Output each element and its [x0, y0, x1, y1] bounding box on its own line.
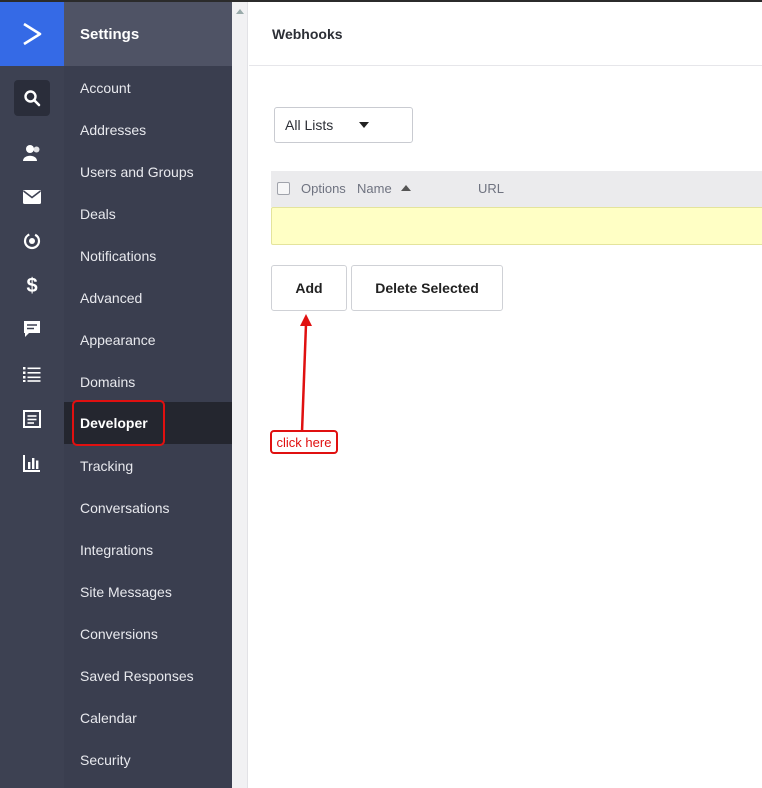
app-window: $ Settings Account Addresses Users and G… — [0, 0, 762, 788]
click-here-label: click here — [270, 430, 338, 454]
annotation-arrow — [300, 314, 312, 433]
